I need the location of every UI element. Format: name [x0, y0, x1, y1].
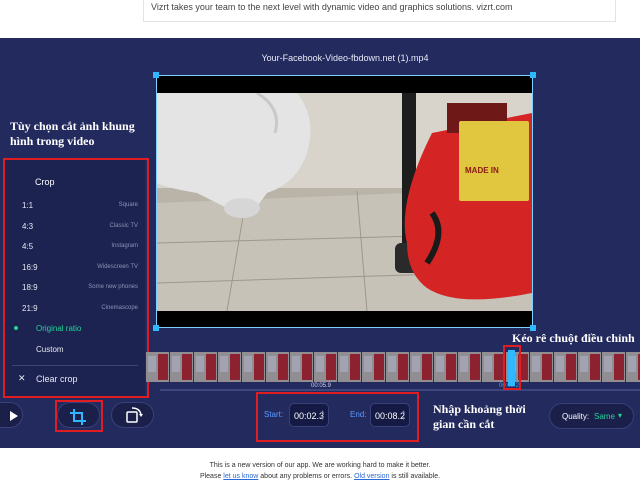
- crop-menu-title: Crop: [35, 177, 55, 187]
- clear-crop-label: Clear crop: [36, 374, 78, 384]
- crop-ratio: 4:5: [22, 242, 34, 251]
- letterbox-bottom: [157, 311, 532, 327]
- quality-value: Same: [594, 412, 615, 421]
- crop-ratio: 16:9: [22, 263, 38, 272]
- ad-banner[interactable]: Vizrt takes your team to the next level …: [0, 0, 640, 38]
- annotation-time-range: Nhập khoảng thời gian cần cắt: [433, 402, 526, 432]
- end-time-input[interactable]: 00:08.2 ▲ ▼: [370, 403, 410, 427]
- spin-down-icon[interactable]: ▼: [320, 416, 325, 422]
- annotation-box-marker: [503, 345, 521, 390]
- crop-menu-divider: [12, 365, 138, 366]
- close-icon: ✕: [18, 373, 26, 383]
- crop-option-4-3[interactable]: 4:3 Classic TV: [10, 217, 150, 237]
- spin-down-icon[interactable]: ▼: [401, 416, 406, 422]
- play-button[interactable]: [0, 402, 23, 428]
- annotation-line: Tùy chọn cắt ảnh khung: [10, 119, 135, 133]
- crop-option-21-9[interactable]: 21:9 Cinemascope: [10, 299, 150, 319]
- start-time-input[interactable]: 00:02.3 ▲ ▼: [289, 403, 329, 427]
- footer-text: Please: [199, 473, 222, 480]
- video-frame-image: MADE IN: [157, 93, 532, 311]
- chevron-down-icon: ▾: [618, 411, 623, 420]
- annotation-line: hình trong video: [10, 134, 95, 148]
- annotation-line: Nhập khoảng thời: [433, 402, 526, 416]
- crop-option-original-ratio[interactable]: Original ratio: [24, 319, 144, 339]
- crop-ratio: Original ratio: [36, 324, 82, 333]
- spin-up-icon[interactable]: ▲: [320, 409, 325, 415]
- video-preview[interactable]: MADE IN: [156, 75, 533, 328]
- crop-ratio-name: Instagram: [111, 243, 138, 249]
- timeline-track: [160, 389, 640, 391]
- annotation-line: gian cần cắt: [433, 417, 495, 431]
- crop-option-custom[interactable]: Custom: [24, 340, 144, 360]
- file-name: Your-Facebook-Video-fbdown.net (1).mp4: [261, 53, 429, 63]
- clear-crop-button[interactable]: ✕ Clear crop: [10, 369, 150, 389]
- timeline-overlay: [146, 352, 640, 382]
- crop-ratio-name: Widescreen TV: [97, 264, 138, 270]
- crop-ratio: 1:1: [22, 201, 34, 210]
- selected-indicator-icon: [14, 326, 18, 330]
- old-version-link[interactable]: Old version: [354, 473, 389, 480]
- annotation-box-crop-button: [55, 400, 103, 432]
- crop-option-4-5[interactable]: 4:5 Instagram: [10, 237, 150, 257]
- footer-line-2: Please let us know about any problems or…: [0, 473, 640, 480]
- svg-text:MADE IN: MADE IN: [465, 166, 499, 175]
- rotate-button[interactable]: [111, 402, 154, 428]
- play-icon: [10, 411, 18, 421]
- crop-handle-top-right[interactable]: [530, 72, 536, 78]
- ad-text[interactable]: Vizrt takes your team to the next level …: [151, 2, 513, 12]
- quality-select[interactable]: Quality: Same ▾: [549, 403, 634, 429]
- end-label: End:: [350, 410, 367, 419]
- crop-ratio-name: Cinemascope: [101, 305, 138, 311]
- footer: This is a new version of our app. We are…: [0, 448, 640, 480]
- spin-up-icon[interactable]: ▲: [401, 409, 406, 415]
- crop-option-1-1[interactable]: 1:1 Square: [10, 196, 150, 216]
- timeline-strip[interactable]: [146, 352, 640, 382]
- crop-ratio-name: Some new phones: [88, 284, 138, 290]
- quality-label: Quality:: [562, 412, 590, 421]
- crop-ratio: Custom: [36, 345, 64, 354]
- crop-handle-bottom-left[interactable]: [153, 325, 159, 331]
- rotate-icon: [126, 407, 143, 423]
- crop-ratio: 18:9: [22, 283, 38, 292]
- crop-handle-top-left[interactable]: [153, 72, 159, 78]
- annotation-crop-options: Tùy chọn cắt ảnh khung hình trong video: [10, 119, 135, 149]
- crop-ratio-name: Classic TV: [109, 223, 138, 229]
- footer-text: is still available.: [391, 473, 441, 480]
- crop-ratio-name: Square: [118, 202, 138, 208]
- footer-text: about any problems or errors.: [260, 473, 353, 480]
- crop-option-16-9[interactable]: 16:9 Widescreen TV: [10, 258, 150, 278]
- crop-ratio: 21:9: [22, 304, 38, 313]
- feedback-link[interactable]: let us know: [223, 473, 258, 480]
- annotation-drag-hint: Kéo rê chuột điều chỉnh: [512, 331, 635, 345]
- start-label: Start:: [264, 410, 284, 419]
- crop-option-18-9[interactable]: 18:9 Some new phones: [10, 278, 150, 298]
- footer-line-1: This is a new version of our app. We are…: [209, 462, 431, 469]
- crop-ratio: 4:3: [22, 222, 34, 231]
- letterbox-top: [157, 76, 532, 93]
